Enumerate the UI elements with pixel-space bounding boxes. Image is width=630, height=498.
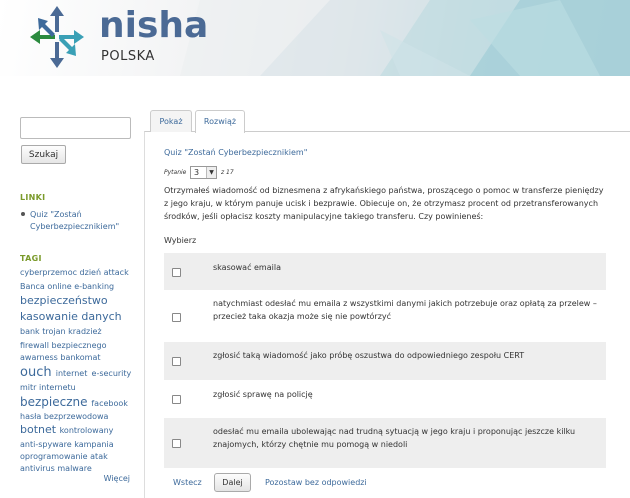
question-label: Pytanie (164, 169, 187, 176)
next-button[interactable]: Dalej (214, 473, 251, 492)
tag-link[interactable]: firewall (20, 341, 49, 350)
question-total: z 17 (221, 169, 234, 176)
tag-link[interactable]: kontrolowany (60, 426, 114, 435)
chevron-down-icon: ▼ (206, 167, 216, 178)
tag-link[interactable]: malware (57, 464, 91, 473)
search-input[interactable] (20, 117, 131, 139)
tag-link[interactable]: trojan (42, 327, 65, 336)
tab-solve[interactable]: Rozwiąż (195, 110, 245, 133)
answer-text: natychmiast odesłać mu emaila z wszystki… (213, 299, 597, 321)
tag-link[interactable]: kradzież (68, 327, 101, 336)
tag-link[interactable]: attack (104, 268, 129, 277)
answer-row[interactable]: zgłosić taką wiadomość jako próbę oszust… (164, 342, 606, 380)
answer-row[interactable]: odesłać mu emaila ubolewając nad trudną … (164, 418, 606, 468)
answer-row[interactable]: zgłosić sprawę na policję (164, 380, 606, 418)
tag-link[interactable]: bezpieczne (20, 395, 88, 409)
tag-link[interactable]: bank (20, 327, 40, 336)
tag-link[interactable]: atak (90, 452, 108, 461)
tag-link[interactable]: cyberprzemoc (20, 268, 77, 277)
tag-link[interactable]: kasowanie (20, 310, 78, 323)
answer-row[interactable]: skasować emaila (164, 253, 606, 290)
header-background (180, 0, 630, 76)
tag-link[interactable]: danych (81, 310, 121, 323)
tag-link[interactable]: dzień (80, 268, 102, 277)
tag-link[interactable]: bezprzewodowa (44, 412, 109, 421)
back-link[interactable]: Wstecz (173, 478, 202, 487)
answer-text: zgłosić sprawę na policję (213, 390, 313, 399)
tag-link[interactable]: anti-spyware (20, 440, 72, 449)
bullet-icon (21, 212, 25, 216)
answer-text: skasować emaila (213, 263, 281, 272)
tag-link[interactable]: hasła (20, 412, 41, 421)
site-header: nisha POLSKA (0, 0, 630, 76)
quiz-title[interactable]: Quiz "Zostań Cyberbezpiecznikiem" (164, 148, 307, 157)
tag-link[interactable]: facebook (91, 399, 128, 408)
more-tags-link[interactable]: Więcej (104, 474, 130, 483)
link-quiz[interactable]: Quiz "Zostań Cyberbezpiecznikiem" (30, 209, 134, 233)
tab-show[interactable]: Pokaż (150, 110, 192, 132)
tag-link[interactable]: online (47, 282, 71, 291)
answer-checkbox[interactable] (172, 439, 181, 448)
answer-checkbox[interactable] (172, 268, 181, 277)
tag-link[interactable]: Banca (20, 282, 45, 291)
answer-checkbox[interactable] (172, 395, 181, 404)
question-select[interactable]: 3 ▼ (190, 166, 217, 179)
skip-link[interactable]: Pozostaw bez odpowiedzi (265, 478, 367, 487)
choose-label: Wybierz (164, 236, 197, 245)
answer-row[interactable]: natychmiast odesłać mu emaila z wszystki… (164, 290, 606, 342)
tag-link[interactable]: bankomat (60, 353, 100, 362)
tag-link[interactable]: bezpiecznego (52, 341, 107, 350)
tag-link[interactable]: kampania (74, 440, 113, 449)
links-title: LINKI (20, 193, 46, 202)
brand-name[interactable]: nisha (99, 8, 208, 44)
tag-link[interactable]: ouch (20, 365, 52, 380)
answer-text: zgłosić taką wiadomość jako próbę oszust… (213, 351, 525, 360)
answer-checkbox[interactable] (172, 357, 181, 366)
tag-link[interactable]: bezpieczeństwo (20, 294, 108, 307)
tag-link[interactable]: internet (56, 369, 88, 378)
tag-link[interactable]: e-banking (74, 282, 114, 291)
search-button[interactable]: Szukaj (21, 145, 66, 164)
answer-text: odesłać mu emaila ubolewając nad trudną … (213, 427, 576, 449)
nisha-logo-icon (30, 6, 84, 68)
tag-link[interactable]: oprogramowanie (20, 452, 88, 461)
brand-subtitle: POLSKA (101, 49, 155, 64)
tags-title: TAGI (20, 254, 42, 263)
tag-link[interactable]: mitr (20, 383, 36, 392)
question-text: Otrzymałeś wiadomość od biznesmena z afr… (164, 186, 604, 221)
tag-link[interactable]: e-security (92, 369, 132, 378)
tag-link[interactable]: antivirus (20, 464, 55, 473)
tag-link[interactable]: botnet (20, 423, 56, 436)
tag-link[interactable]: awarness (20, 353, 58, 362)
question-number: 3 (194, 168, 200, 177)
answer-checkbox[interactable] (172, 313, 181, 322)
tag-link[interactable]: internetu (39, 383, 76, 392)
